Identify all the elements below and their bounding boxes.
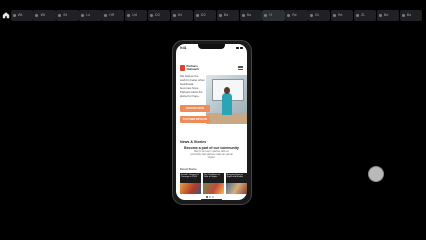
browser-tab[interactable]: Be (376, 9, 400, 21)
tab-favicon-icon (12, 13, 16, 17)
home-indicator (201, 198, 222, 200)
status-icons (236, 46, 243, 50)
news-title: News & Stories (180, 140, 207, 144)
story-card-image (203, 183, 224, 194)
tab-label: Ba (246, 13, 252, 17)
tab-label: Re (292, 13, 297, 17)
tab-favicon-icon (241, 13, 245, 17)
browser-tab[interactable]: Re (285, 9, 308, 21)
tab-label: Ba (223, 13, 229, 17)
story-card-image (226, 183, 247, 194)
partner-button[interactable]: PARTNER WITH US (180, 116, 210, 123)
tab-favicon-icon (287, 13, 291, 17)
browser-tab[interactable]: ttt (170, 9, 194, 21)
browser-tab[interactable]: Ba (399, 9, 423, 21)
tab-label: Ud (132, 13, 137, 17)
browser-tab[interactable]: Ud (125, 9, 148, 21)
recent-stories-label: Recent Stories (180, 168, 197, 171)
phone-mockup: 9:41 Partners Outreach We believe the wo… (172, 40, 252, 205)
story-card-title: Growth, Support & Courage in 2024 (180, 173, 199, 179)
tab-label: H (269, 13, 273, 17)
logo-text: Partners Outreach (186, 63, 199, 71)
browser-tab-bar: WtWtBtLoHRUdD2tttD2BaBaHReDrReZLBeBa + (0, 8, 426, 22)
home-icon[interactable] (2, 9, 10, 21)
browser-tab[interactable]: Ba (239, 9, 262, 21)
browser-tab[interactable]: D2 (193, 9, 217, 21)
browser-tab[interactable]: Dr (308, 9, 331, 21)
site-logo[interactable]: Partners Outreach (180, 63, 205, 71)
tab-label: Dr (315, 13, 320, 17)
story-carousel: Growth, Support & Courage in 2024 Joy Ov… (180, 173, 247, 194)
phone-screen: 9:41 Partners Outreach We believe the wo… (176, 44, 247, 200)
tab-label: Lo (86, 13, 91, 17)
browser-tab[interactable]: D2 (147, 9, 171, 21)
carousel-dots[interactable] (206, 196, 214, 198)
hero-text: We believe the world is better when hear… (180, 74, 205, 98)
browser-tab[interactable]: Re (331, 9, 354, 21)
story-card-title: Joy Overflows at Year of Sights (203, 173, 220, 179)
tab-label: ZL (360, 13, 366, 17)
battery-icon (240, 46, 243, 49)
story-card-image (180, 183, 201, 194)
story-card[interactable]: Bringing Hope in Sight and Health (226, 173, 247, 194)
tab-label: Re (338, 13, 343, 17)
story-card[interactable]: Joy Overflows at Year of Sights (203, 173, 224, 194)
tab-favicon-icon (149, 13, 153, 17)
browser-tab[interactable]: Wt (33, 9, 56, 21)
tab-favicon-icon (58, 13, 62, 17)
tab-label: D2 (154, 13, 160, 17)
tab-label: Bt (63, 13, 68, 17)
tab-label: ttt (177, 13, 183, 17)
browser-tab[interactable]: Ba (216, 9, 239, 21)
tab-label: Wt (17, 13, 23, 17)
browser-tab[interactable]: HR (102, 9, 125, 21)
tab-label: Ba (406, 13, 412, 17)
tab-favicon-icon (81, 13, 85, 17)
touch-cursor-indicator (368, 166, 384, 182)
community-heading: Become a part of our community (184, 146, 239, 150)
tab-favicon-icon (378, 13, 382, 17)
signal-icon (236, 46, 239, 49)
browser-tab[interactable]: Wt (10, 9, 33, 21)
hamburger-menu-icon[interactable] (238, 65, 243, 70)
tab-favicon-icon (333, 13, 337, 17)
tab-favicon-icon (35, 13, 39, 17)
tab-favicon-icon (355, 13, 359, 17)
browser-tab[interactable]: Bt (56, 9, 79, 21)
status-time: 9:41 (180, 45, 187, 50)
tab-favicon-icon (310, 13, 314, 17)
desktop-stage: WtWtBtLoHRUdD2tttD2BaBaHReDrReZLBeBa + 9… (0, 0, 426, 240)
tab-label: Wt (40, 13, 46, 17)
tab-label: HR (109, 13, 115, 17)
phone-notch (198, 44, 225, 49)
community-subtitle: Stay in our loop in partner with our com… (190, 151, 233, 159)
tab-label: D2 (200, 13, 206, 17)
site-header: Partners Outreach (180, 63, 243, 72)
browser-tab[interactable]: H (262, 9, 285, 21)
donate-button[interactable]: DONATE NOW (180, 105, 210, 112)
tab-favicon-icon (218, 13, 222, 17)
tab-favicon-icon (401, 13, 405, 17)
hero-image (206, 75, 247, 124)
logo-icon (180, 64, 185, 71)
tab-favicon-icon (127, 13, 131, 17)
story-card[interactable]: Growth, Support & Courage in 2024 (180, 173, 201, 194)
browser-tab[interactable]: ZL (353, 9, 377, 21)
tab-favicon-icon (104, 13, 108, 17)
story-card-title: Bringing Hope in Sight and Health (226, 173, 243, 179)
tab-label: Be (383, 13, 389, 17)
tab-favicon-icon (195, 13, 199, 17)
tab-favicon-icon (264, 13, 268, 17)
tab-favicon-icon (172, 13, 176, 17)
browser-tab[interactable]: Lo (79, 9, 102, 21)
